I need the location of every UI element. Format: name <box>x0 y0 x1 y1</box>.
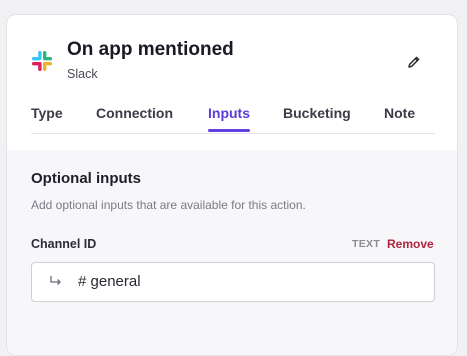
tab-inputs[interactable]: Inputs <box>208 105 250 132</box>
tab-bucketing[interactable]: Bucketing <box>283 105 351 131</box>
panel-header: On app mentioned Slack <box>7 15 457 85</box>
app-name: Slack <box>67 67 98 81</box>
section-title: Optional inputs <box>31 170 141 187</box>
pencil-icon <box>408 56 420 68</box>
tab-bar: Type Connection Inputs Bucketing Note <box>31 103 435 134</box>
remove-button[interactable]: Remove <box>387 237 434 251</box>
tab-connection[interactable]: Connection <box>96 105 173 131</box>
action-panel: On app mentioned Slack Type Connection I… <box>6 14 458 356</box>
tab-type[interactable]: Type <box>31 105 63 131</box>
section-description: Add optional inputs that are available f… <box>31 198 306 212</box>
optional-inputs-section: Optional inputs Add optional inputs that… <box>7 150 457 355</box>
edit-button[interactable] <box>400 48 428 76</box>
channel-id-label: Channel ID <box>31 237 97 251</box>
page-title: On app mentioned <box>67 39 234 60</box>
field-type-badge: TEXT <box>352 238 381 250</box>
channel-id-value: # general <box>78 273 141 290</box>
return-arrow-icon <box>50 276 61 285</box>
tab-note[interactable]: Note <box>384 105 415 131</box>
channel-id-input[interactable]: # general <box>31 262 435 302</box>
slack-logo-icon <box>32 51 52 71</box>
